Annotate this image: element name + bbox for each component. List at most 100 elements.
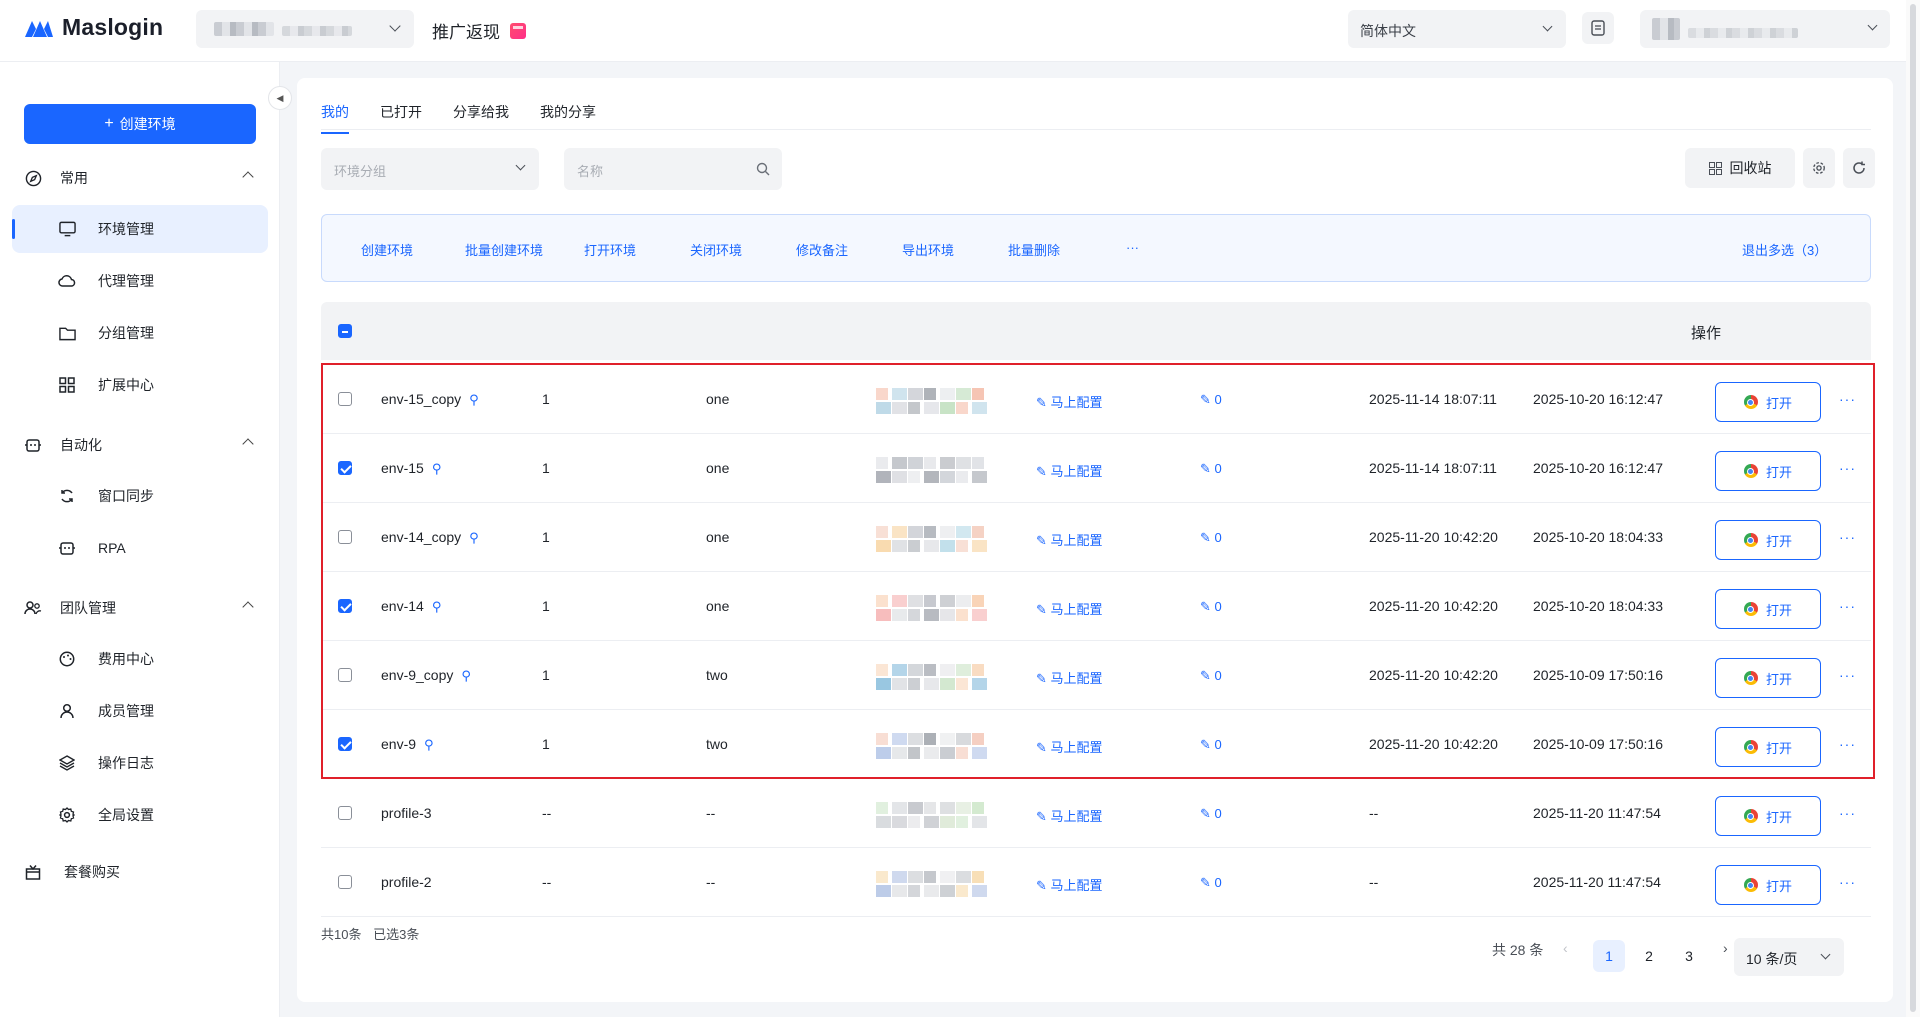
batch-close-environment[interactable]: 关闭环境 (690, 240, 742, 259)
logo[interactable]: Maslogin (24, 14, 163, 41)
sidebar-item-proxies[interactable]: 代理管理 (12, 257, 268, 305)
edit-remark-link[interactable]: ✎ 0 (1200, 461, 1222, 477)
edit-remark-link[interactable]: ✎ 0 (1200, 737, 1222, 753)
configure-now-link[interactable]: ✎ 马上配置 (1036, 806, 1103, 825)
batch-edit-remark[interactable]: 修改备注 (796, 240, 848, 259)
env-name-cell[interactable]: env-14 ⚲ (381, 598, 441, 615)
edit-remark-link[interactable]: ✎ 0 (1200, 875, 1222, 891)
promo-link[interactable]: 推广返现 (432, 18, 526, 43)
user-select[interactable] (1640, 10, 1890, 48)
env-name-cell[interactable]: env-15 ⚲ (381, 460, 441, 477)
edit-remark-link[interactable]: ✎ 0 (1200, 599, 1222, 615)
create-environment-button[interactable]: + 创建环境 (24, 104, 256, 144)
pin-icon[interactable]: ⚲ (424, 737, 434, 753)
row-more-button[interactable]: ··· (1839, 874, 1856, 890)
settings-button[interactable] (1803, 148, 1835, 188)
configure-now-link[interactable]: ✎ 马上配置 (1036, 461, 1103, 480)
open-browser-button[interactable]: 打开 (1715, 589, 1821, 629)
sidebar-item-extensions[interactable]: 扩展中心 (12, 361, 268, 409)
sidebar-item-logs[interactable]: 操作日志 (12, 739, 268, 787)
prev-page-button[interactable]: ‹ (1563, 940, 1568, 956)
open-browser-button[interactable]: 打开 (1715, 658, 1821, 698)
pin-icon[interactable]: ⚲ (469, 530, 479, 546)
row-checkbox[interactable] (338, 875, 352, 889)
sidebar-section-team[interactable]: 团队管理 (24, 593, 260, 623)
open-browser-button[interactable]: 打开 (1715, 382, 1821, 422)
pin-icon[interactable]: ⚲ (461, 668, 471, 684)
pin-icon[interactable]: ⚲ (432, 461, 442, 477)
table-row[interactable]: env-9_copy ⚲ 1 two ✎ 马上配置 ✎ 0 2025-11-20 … (321, 641, 1871, 710)
edit-remark-link[interactable]: ✎ 0 (1200, 806, 1222, 822)
configure-now-link[interactable]: ✎ 马上配置 (1036, 875, 1103, 894)
env-name-cell[interactable]: profile-2 (381, 874, 432, 890)
sidebar-item-settings[interactable]: 全局设置 (12, 791, 268, 839)
table-row[interactable]: env-15 ⚲ 1 one ✎ 马上配置 ✎ 0 2025-11-14 18:0… (321, 434, 1871, 503)
row-more-button[interactable]: ··· (1839, 391, 1856, 407)
batch-create-environment[interactable]: 创建环境 (361, 240, 413, 259)
open-browser-button[interactable]: 打开 (1715, 520, 1821, 560)
batch-bulk-create[interactable]: 批量创建环境 (465, 240, 543, 259)
configure-now-link[interactable]: ✎ 马上配置 (1036, 668, 1103, 687)
open-browser-button[interactable]: 打开 (1715, 796, 1821, 836)
row-more-button[interactable]: ··· (1839, 805, 1856, 821)
exit-multiselect-button[interactable]: 退出多选（3） (1742, 240, 1827, 259)
table-row[interactable]: env-14 ⚲ 1 one ✎ 马上配置 ✎ 0 2025-11-20 10:4… (321, 572, 1871, 641)
row-more-button[interactable]: ··· (1839, 460, 1856, 476)
language-select[interactable]: 简体中文 (1348, 10, 1566, 48)
select-all-checkbox[interactable] (338, 324, 352, 338)
sidebar-item-members[interactable]: 成员管理 (12, 687, 268, 735)
next-page-button[interactable]: › (1723, 940, 1728, 956)
pin-icon[interactable]: ⚲ (469, 392, 479, 408)
open-browser-button[interactable]: 打开 (1715, 727, 1821, 767)
env-name-cell[interactable]: env-14_copy ⚲ (381, 529, 479, 546)
recycle-bin-button[interactable]: 回收站 (1685, 148, 1795, 188)
workspace-select[interactable] (196, 10, 414, 48)
env-name-cell[interactable]: env-9_copy ⚲ (381, 667, 471, 684)
open-browser-button[interactable]: 打开 (1715, 865, 1821, 905)
row-checkbox[interactable] (338, 392, 352, 406)
row-more-button[interactable]: ··· (1839, 598, 1856, 614)
edit-remark-link[interactable]: ✎ 0 (1200, 392, 1222, 408)
sidebar-item-rpa[interactable]: RPA (12, 524, 268, 572)
batch-export-environment[interactable]: 导出环境 (902, 240, 954, 259)
configure-now-link[interactable]: ✎ 马上配置 (1036, 392, 1103, 411)
edit-remark-link[interactable]: ✎ 0 (1200, 668, 1222, 684)
name-search-input[interactable]: 名称 (564, 148, 782, 190)
refresh-button[interactable] (1843, 148, 1875, 188)
page-3-button[interactable]: 3 (1673, 940, 1705, 972)
collapse-sidebar-button[interactable]: ◀ (268, 86, 292, 110)
table-row[interactable]: env-15_copy ⚲ 1 one ✎ 马上配置 ✎ 0 2025-11-14… (321, 365, 1871, 434)
configure-now-link[interactable]: ✎ 马上配置 (1036, 530, 1103, 549)
group-filter-select[interactable]: 环境分组 (321, 148, 539, 190)
row-checkbox[interactable] (338, 806, 352, 820)
batch-open-environment[interactable]: 打开环境 (584, 240, 636, 259)
row-checkbox[interactable] (338, 599, 352, 613)
env-name-cell[interactable]: profile-3 (381, 805, 432, 821)
env-name-cell[interactable]: env-9 ⚲ (381, 736, 434, 753)
batch-delete[interactable]: 批量删除 (1008, 240, 1060, 259)
sidebar-section-automation[interactable]: 自动化 (24, 430, 260, 460)
row-checkbox[interactable] (338, 668, 352, 682)
sidebar-item-groups[interactable]: 分组管理 (12, 309, 268, 357)
env-name-cell[interactable]: env-15_copy ⚲ (381, 391, 479, 408)
sidebar-item-package[interactable]: 套餐购买 (24, 857, 260, 887)
open-browser-button[interactable]: 打开 (1715, 451, 1821, 491)
table-row[interactable]: env-14_copy ⚲ 1 one ✎ 马上配置 ✎ 0 2025-11-20… (321, 503, 1871, 572)
row-more-button[interactable]: ··· (1839, 529, 1856, 545)
row-checkbox[interactable] (338, 530, 352, 544)
configure-now-link[interactable]: ✎ 马上配置 (1036, 599, 1103, 618)
table-row[interactable]: profile-3 -- -- ✎ 马上配置 ✎ 0 -- 2025-11-20… (321, 779, 1871, 848)
batch-more[interactable]: ··· (1126, 240, 1139, 255)
sidebar-section-common[interactable]: 常用 (24, 163, 260, 193)
sidebar-item-window-sync[interactable]: 窗口同步 (12, 472, 268, 520)
configure-now-link[interactable]: ✎ 马上配置 (1036, 737, 1103, 756)
page-2-button[interactable]: 2 (1633, 940, 1665, 972)
row-more-button[interactable]: ··· (1839, 667, 1856, 683)
table-row[interactable]: profile-2 -- -- ✎ 马上配置 ✎ 0 -- 2025-11-20… (321, 848, 1871, 917)
pin-icon[interactable]: ⚲ (432, 599, 442, 615)
page-size-select[interactable]: 10 条/页 (1734, 938, 1844, 976)
page-1-button[interactable]: 1 (1593, 940, 1625, 972)
row-checkbox[interactable] (338, 737, 352, 751)
table-row[interactable]: env-9 ⚲ 1 two ✎ 马上配置 ✎ 0 2025-11-20 10:42… (321, 710, 1871, 779)
sidebar-item-environments[interactable]: 环境管理 (12, 205, 268, 253)
